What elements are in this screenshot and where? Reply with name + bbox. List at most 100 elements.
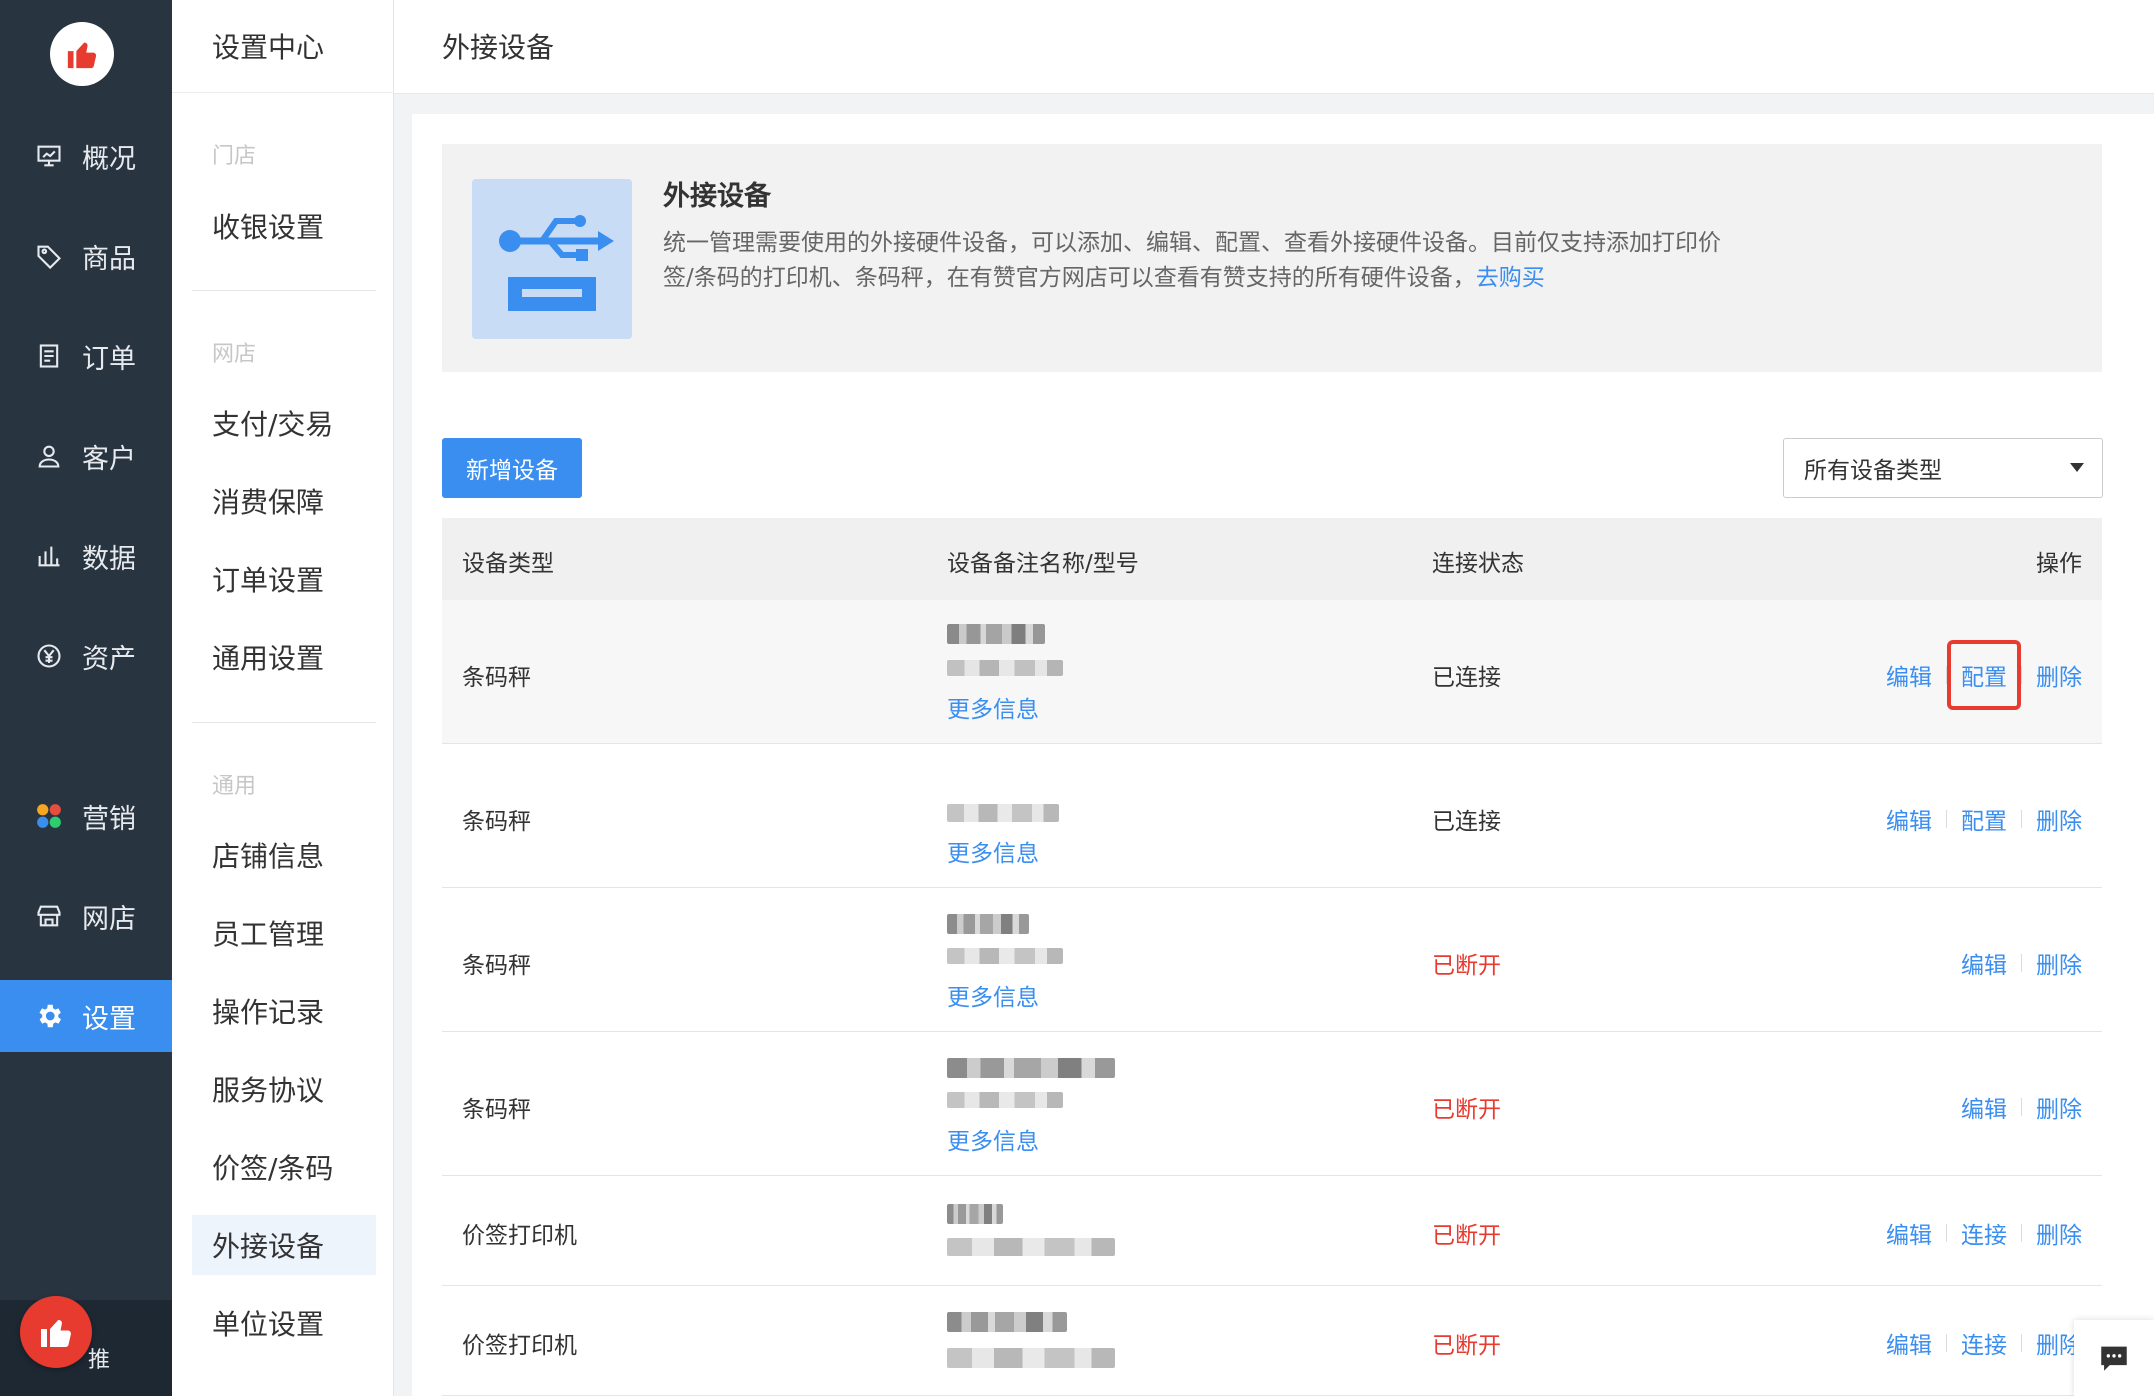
nav-item-overview[interactable]: 概况 <box>0 120 172 192</box>
divider <box>1946 1334 1947 1352</box>
edit-link[interactable]: 编辑 <box>1886 1216 1932 1250</box>
more-info-link[interactable]: 更多信息 <box>947 1122 1039 1156</box>
delete-link[interactable]: 删除 <box>2036 1090 2082 1124</box>
group-label-online-store: 网店 <box>212 342 257 367</box>
nav-item-data[interactable]: 数据 <box>0 520 172 592</box>
nav-bottom-promo[interactable]: 推 <box>0 1296 172 1396</box>
submenu-item-payment[interactable]: 支付/交易 <box>192 393 376 453</box>
nav-item-marketing[interactable]: 营销 <box>0 780 172 852</box>
connection-status: 已断开 <box>1432 1333 1501 1359</box>
edit-link[interactable]: 编辑 <box>1961 1090 2007 1124</box>
more-info-link[interactable]: 更多信息 <box>947 978 1039 1012</box>
nav-label: 营销 <box>82 803 136 835</box>
bar-chart-icon <box>34 541 64 571</box>
buy-link[interactable]: 去购买 <box>1476 265 1545 291</box>
device-name-redacted <box>947 1312 1067 1332</box>
device-name-redacted <box>947 624 1045 644</box>
intro-title: 外接设备 <box>663 181 771 212</box>
delete-link[interactable]: 删除 <box>2036 1216 2082 1250</box>
submenu-item-order-settings[interactable]: 订单设置 <box>192 549 376 609</box>
device-type: 价签打印机 <box>462 1223 577 1249</box>
user-icon <box>34 441 64 471</box>
group-label-general: 通用 <box>212 774 257 799</box>
device-name-redacted <box>947 914 1029 934</box>
more-info-link[interactable]: 更多信息 <box>947 690 1039 724</box>
dashboard-icon <box>34 141 64 171</box>
nav-item-goods[interactable]: 商品 <box>0 220 172 292</box>
nav-item-customers[interactable]: 客户 <box>0 420 172 492</box>
device-model-redacted <box>947 1092 1063 1108</box>
store-icon <box>34 901 64 931</box>
submenu-item-logs[interactable]: 操作记录 <box>192 981 376 1041</box>
submenu-item-agreement[interactable]: 服务协议 <box>192 1059 376 1119</box>
device-type: 条码秤 <box>462 809 531 835</box>
row-actions: 编辑 配置 删除 <box>1886 802 2082 836</box>
delete-link[interactable]: 删除 <box>2036 946 2082 980</box>
device-type-select[interactable]: 所有设备类型 <box>1783 438 2103 498</box>
chat-icon <box>2101 1346 2127 1371</box>
connect-link[interactable]: 连接 <box>1961 1216 2007 1250</box>
thumbs-up-icon <box>41 1320 71 1347</box>
table-row: 价签打印机 已断开 编辑 连接 删除 <box>442 1286 2102 1396</box>
add-device-button[interactable]: 新增设备 <box>442 438 582 498</box>
page-title: 外接设备 <box>442 31 555 64</box>
intro-panel: 外接设备 统一管理需要使用的外接硬件设备，可以添加、编辑、配置、查看外接硬件设备… <box>442 144 2102 372</box>
submenu-item-shop-info[interactable]: 店铺信息 <box>192 825 376 885</box>
connect-link[interactable]: 连接 <box>1961 1326 2007 1360</box>
content-card: 外接设备 统一管理需要使用的外接硬件设备，可以添加、编辑、配置、查看外接硬件设备… <box>412 114 2154 1396</box>
caret-down-icon <box>2070 463 2084 472</box>
table-row: 条码秤 更多信息 已连接 编辑 配置 删除 <box>442 744 2102 888</box>
divider <box>1946 1224 1947 1242</box>
order-icon <box>34 341 64 371</box>
connection-status: 已断开 <box>1432 953 1501 979</box>
nav-label: 数据 <box>82 543 136 575</box>
settings-submenu: 设置中心 门店 收银设置 网店 支付/交易 消费保障 订单设置 通用设置 通用 … <box>172 0 394 1396</box>
submenu-title: 设置中心 <box>212 31 325 64</box>
connection-status: 已断开 <box>1432 1223 1501 1249</box>
table-header: 设备类型 设备备注名称/型号 连接状态 操作 <box>442 518 2102 600</box>
column-header: 连接状态 <box>1432 551 1524 577</box>
divider <box>2021 1224 2022 1242</box>
edit-link[interactable]: 编辑 <box>1886 658 1932 692</box>
device-model-redacted <box>947 1348 1115 1368</box>
configure-link[interactable]: 配置 <box>1961 802 2007 836</box>
delete-link[interactable]: 删除 <box>2036 802 2082 836</box>
row-actions: 编辑 删除 <box>1961 1090 2082 1124</box>
submenu-item-protection[interactable]: 消费保障 <box>192 471 376 531</box>
nav-item-store[interactable]: 网店 <box>0 880 172 952</box>
edit-link[interactable]: 编辑 <box>1886 802 1932 836</box>
brand-logo[interactable] <box>50 22 114 86</box>
divider <box>2021 810 2022 828</box>
nav-item-assets[interactable]: 资产 <box>0 620 172 692</box>
thumbs-up-icon <box>67 42 97 69</box>
divider <box>2021 1334 2022 1352</box>
row-actions: 编辑 删除 <box>1961 946 2082 980</box>
nav-label: 订单 <box>82 343 136 375</box>
submenu-item-cashier[interactable]: 收银设置 <box>192 196 376 256</box>
delete-link[interactable]: 删除 <box>2036 658 2082 692</box>
edit-link[interactable]: 编辑 <box>1886 1326 1932 1360</box>
submenu-item-general-settings[interactable]: 通用设置 <box>192 627 376 687</box>
divider <box>172 92 394 93</box>
configure-link[interactable]: 配置 <box>1947 640 2021 710</box>
yuan-icon <box>34 641 64 671</box>
promo-badge[interactable] <box>20 1296 92 1368</box>
column-header: 设备备注名称/型号 <box>947 551 1139 577</box>
connection-status: 已连接 <box>1432 665 1501 691</box>
submenu-item-devices[interactable]: 外接设备 <box>192 1215 376 1275</box>
main-nav: 概况 商品 订单 客户 数据 资产 营销 网店 设置 推 <box>0 0 172 1396</box>
chat-button[interactable] <box>2074 1320 2154 1396</box>
submenu-item-staff[interactable]: 员工管理 <box>192 903 376 963</box>
submenu-item-units[interactable]: 单位设置 <box>192 1293 376 1353</box>
more-info-link[interactable]: 更多信息 <box>947 834 1039 868</box>
nav-item-orders[interactable]: 订单 <box>0 320 172 392</box>
edit-link[interactable]: 编辑 <box>1961 946 2007 980</box>
nav-item-settings[interactable]: 设置 <box>0 980 172 1052</box>
device-model-redacted <box>947 660 1063 676</box>
divider <box>192 722 376 723</box>
submenu-item-price-label[interactable]: 价签/条码 <box>192 1137 376 1197</box>
select-value: 所有设备类型 <box>1804 458 1942 484</box>
marketing-icon <box>34 801 64 831</box>
divider <box>192 290 376 291</box>
device-type: 条码秤 <box>462 953 531 979</box>
